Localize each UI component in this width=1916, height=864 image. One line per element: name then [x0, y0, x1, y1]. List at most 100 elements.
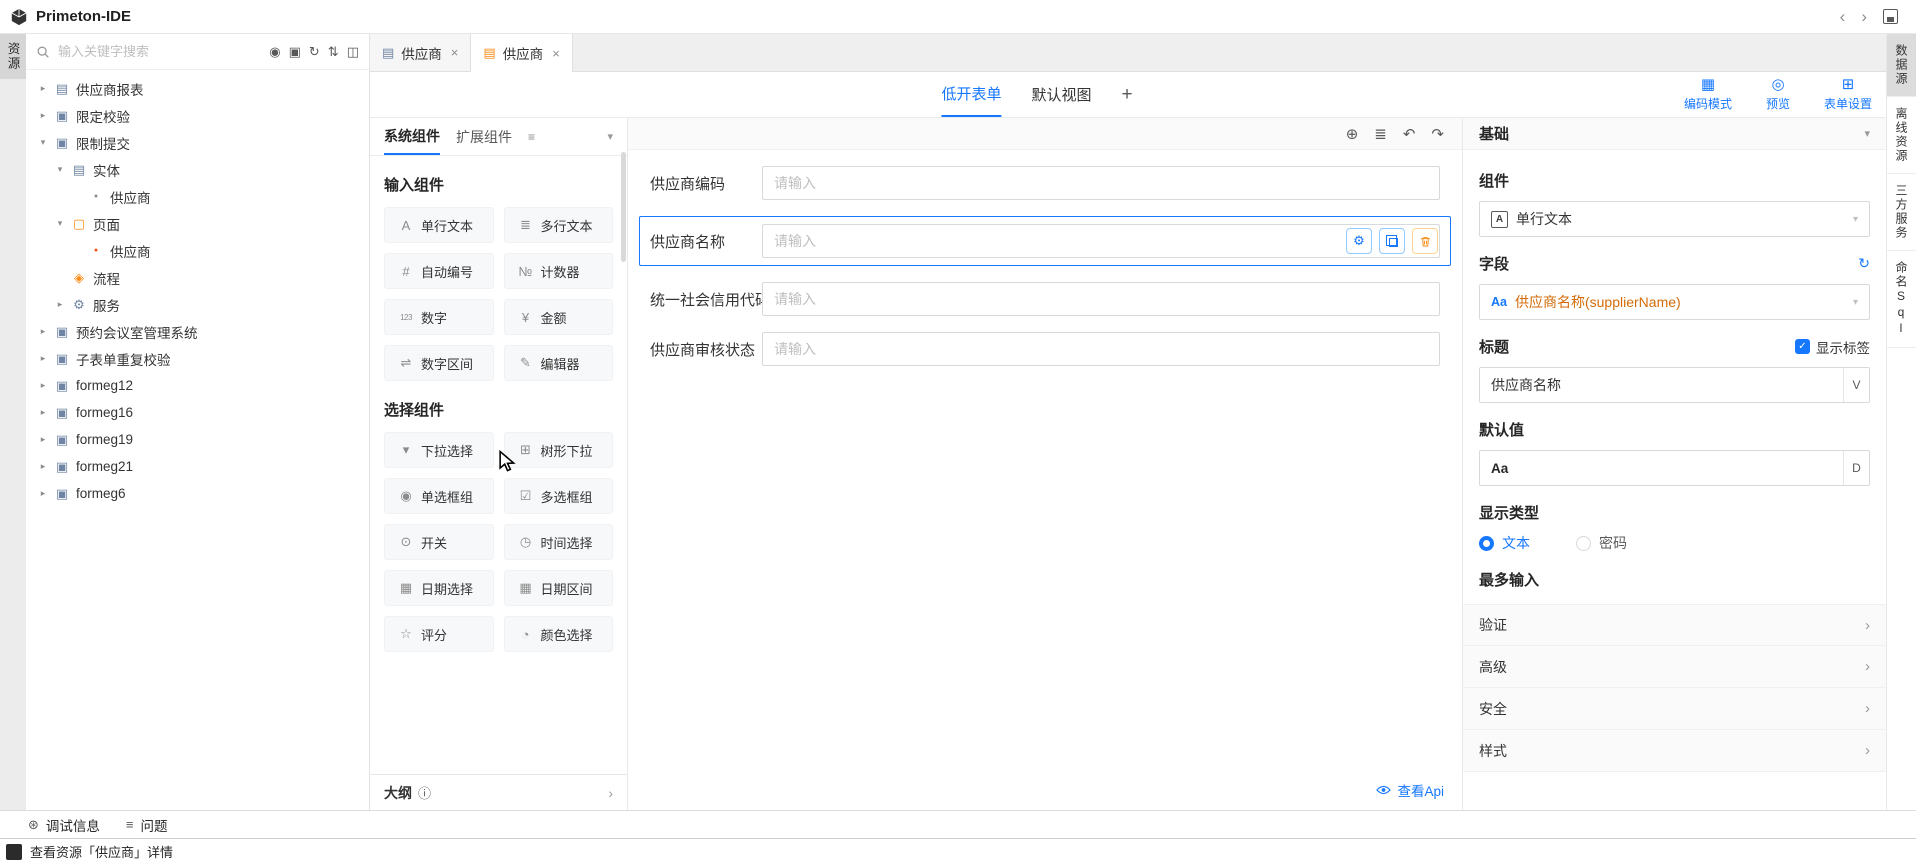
expander-icon[interactable]: ▾ [55, 218, 65, 229]
save-icon[interactable] [1883, 9, 1898, 24]
section-advanced[interactable]: 高级 › [1463, 646, 1886, 688]
show-label-control[interactable]: ✓ 显示标签 [1795, 337, 1870, 357]
view-tab-default-view[interactable]: 默认视图 [1031, 72, 1091, 117]
action-form-settings[interactable]: ⊞ 表单设置 [1820, 77, 1876, 112]
component-select[interactable]: A 单行文本 ▾ [1479, 201, 1870, 237]
tree-item-supplier-report[interactable]: ▸ ▤ 供应商报表 [26, 75, 369, 102]
section-security[interactable]: 安全 › [1463, 688, 1886, 730]
expander-icon[interactable]: ▸ [38, 407, 48, 418]
tree-item-formeg16[interactable]: ▸ ▣ formeg16 [26, 399, 369, 426]
tree-item-limit-submit[interactable]: ▾ ▣ 限制提交 [26, 129, 369, 156]
expander-icon[interactable]: ▸ [38, 380, 48, 391]
form-field-supplier-name[interactable]: 供应商名称 [650, 224, 1440, 258]
default-value-input[interactable]: Aa [1480, 461, 1843, 476]
expander-icon[interactable]: ▾ [38, 137, 48, 148]
dock-tab-data-source[interactable]: 数据源 [1887, 34, 1916, 97]
form-field-supplier-code[interactable]: 供应商编码 [650, 166, 1440, 200]
palette-item-counter[interactable]: № 计数器 [504, 253, 614, 289]
tab-system-components[interactable]: 系统组件 [384, 118, 440, 155]
tree-item-entity[interactable]: ▾ ▤ 实体 [26, 156, 369, 183]
dock-tab-resources[interactable]: 资源 [0, 34, 26, 79]
tree-item-formeg12[interactable]: ▸ ▣ formeg12 [26, 372, 369, 399]
palette-item-single-line-text[interactable]: A 单行文本 [384, 207, 494, 243]
outline-panel-header[interactable]: 大纲 ⓘ › [370, 774, 627, 810]
field-input[interactable] [762, 332, 1440, 366]
palette-item-editor[interactable]: ✎ 编辑器 [504, 345, 614, 381]
form-field-credit-code[interactable]: 统一社会信用代码 [650, 282, 1440, 316]
expander-icon[interactable]: ▸ [38, 488, 48, 499]
palette-item-auto-number[interactable]: # 自动编号 [384, 253, 494, 289]
field-delete-button[interactable] [1412, 228, 1438, 254]
ai-icon[interactable]: ◉ [269, 44, 280, 60]
palette-item-number[interactable]: 123 数字 [384, 299, 494, 335]
debug-info-button[interactable]: ⊛ 调试信息 [28, 815, 100, 835]
expander-icon[interactable]: ▾ [55, 164, 65, 175]
section-validation[interactable]: 验证 › [1463, 604, 1886, 646]
selected-field-wrapper[interactable]: 供应商名称 ⚙ [639, 216, 1451, 266]
tree-item-formeg19[interactable]: ▸ ▣ formeg19 [26, 426, 369, 453]
title-variable-button[interactable]: V [1843, 368, 1869, 402]
nav-forward-icon[interactable]: › [1861, 8, 1867, 25]
outline-icon[interactable]: ≣ [1374, 125, 1387, 143]
undo-icon[interactable]: ↶ [1403, 125, 1416, 143]
palette-item-date-range[interactable]: ▦ 日期区间 [504, 570, 614, 606]
palette-item-date-picker[interactable]: ▦ 日期选择 [384, 570, 494, 606]
tree-item-page[interactable]: ▾ ▢ 页面 [26, 210, 369, 237]
palette-item-rating[interactable]: ☆ 评分 [384, 616, 494, 652]
action-preview[interactable]: ◎ 预览 [1750, 77, 1806, 112]
field-select[interactable]: Aa 供应商名称(supplierName) ▾ [1479, 284, 1870, 320]
tree-item-process[interactable]: ◈ 流程 [26, 264, 369, 291]
expander-icon[interactable]: ▸ [38, 110, 48, 121]
tree-item-subform-duplicate-check[interactable]: ▸ ▣ 子表单重复校验 [26, 345, 369, 372]
view-api-link[interactable]: 查看Api [1376, 780, 1444, 800]
dock-tab-named-sql[interactable]: 命名Sql [1887, 251, 1916, 348]
action-code-mode[interactable]: ▦ 编码模式 [1680, 77, 1736, 112]
field-settings-button[interactable]: ⚙ [1346, 228, 1372, 254]
view-tab-lowcode-form[interactable]: 低开表单 [941, 72, 1001, 117]
palette-collapse-icon[interactable]: ▾ [607, 130, 613, 143]
field-input[interactable] [762, 282, 1440, 316]
problems-button[interactable]: ≡ 问题 [126, 815, 168, 835]
palette-item-tree-select[interactable]: ⊞ 树形下拉 [504, 432, 614, 468]
editor-tab-supplier-2[interactable]: ▤ 供应商 × [471, 34, 572, 72]
close-tab-icon[interactable]: × [451, 45, 459, 60]
tab-extension-components[interactable]: 扩展组件 [456, 118, 512, 155]
field-input[interactable] [762, 166, 1440, 200]
form-field-audit-status[interactable]: 供应商审核状态 [650, 332, 1440, 366]
search-input[interactable] [58, 44, 261, 59]
tree-item-formeg21[interactable]: ▸ ▣ formeg21 [26, 453, 369, 480]
palette-item-dropdown-select[interactable]: ▾ 下拉选择 [384, 432, 494, 468]
dock-tab-third-party-services[interactable]: 三方服务 [1887, 174, 1916, 251]
expander-icon[interactable]: ▸ [38, 353, 48, 364]
tree-item-limit-check[interactable]: ▸ ▣ 限定校验 [26, 102, 369, 129]
expand-outline-icon[interactable]: › [608, 785, 613, 801]
field-copy-button[interactable] [1379, 228, 1405, 254]
redo-icon[interactable]: ↷ [1431, 125, 1444, 143]
palette-menu-icon[interactable]: ≡ [528, 130, 535, 144]
palette-item-checkbox-group[interactable]: ☑ 多选框组 [504, 478, 614, 514]
radio-password[interactable]: 密码 [1576, 533, 1627, 553]
dock-tab-offline-resources[interactable]: 离线资源 [1887, 97, 1916, 174]
palette-item-time-picker[interactable]: ◷ 时间选择 [504, 524, 614, 560]
palette-item-multi-line-text[interactable]: ≣ 多行文本 [504, 207, 614, 243]
tree-item-service[interactable]: ▸ ⚙ 服务 [26, 291, 369, 318]
checkbox-checked-icon[interactable]: ✓ [1795, 339, 1810, 354]
section-style[interactable]: 样式 › [1463, 730, 1886, 772]
expander-icon[interactable]: ▸ [38, 326, 48, 337]
palette-item-amount[interactable]: ¥ 金额 [504, 299, 614, 335]
palette-scrollbar[interactable] [621, 152, 626, 262]
default-value-dynamic-button[interactable]: D [1843, 451, 1869, 485]
sort-icon[interactable]: ⇅ [328, 44, 339, 60]
radio-text[interactable]: 文本 [1479, 533, 1530, 553]
expander-icon[interactable]: ▸ [55, 299, 65, 310]
palette-item-number-range[interactable]: ⇌ 数字区间 [384, 345, 494, 381]
editor-tab-supplier-1[interactable]: ▤ 供应商 × [370, 34, 471, 71]
properties-header[interactable]: 基础 ▾ [1463, 118, 1886, 150]
tree-item-formeg6[interactable]: ▸ ▣ formeg6 [26, 480, 369, 507]
nav-back-icon[interactable]: ‹ [1840, 8, 1846, 25]
expander-icon[interactable]: ▸ [38, 434, 48, 445]
palette-item-radio-group[interactable]: ◉ 单选框组 [384, 478, 494, 514]
i18n-icon[interactable]: ⊕ [1346, 125, 1359, 143]
tree-item-page-supplier[interactable]: ● 供应商 [26, 237, 369, 264]
title-input[interactable] [1480, 368, 1843, 402]
